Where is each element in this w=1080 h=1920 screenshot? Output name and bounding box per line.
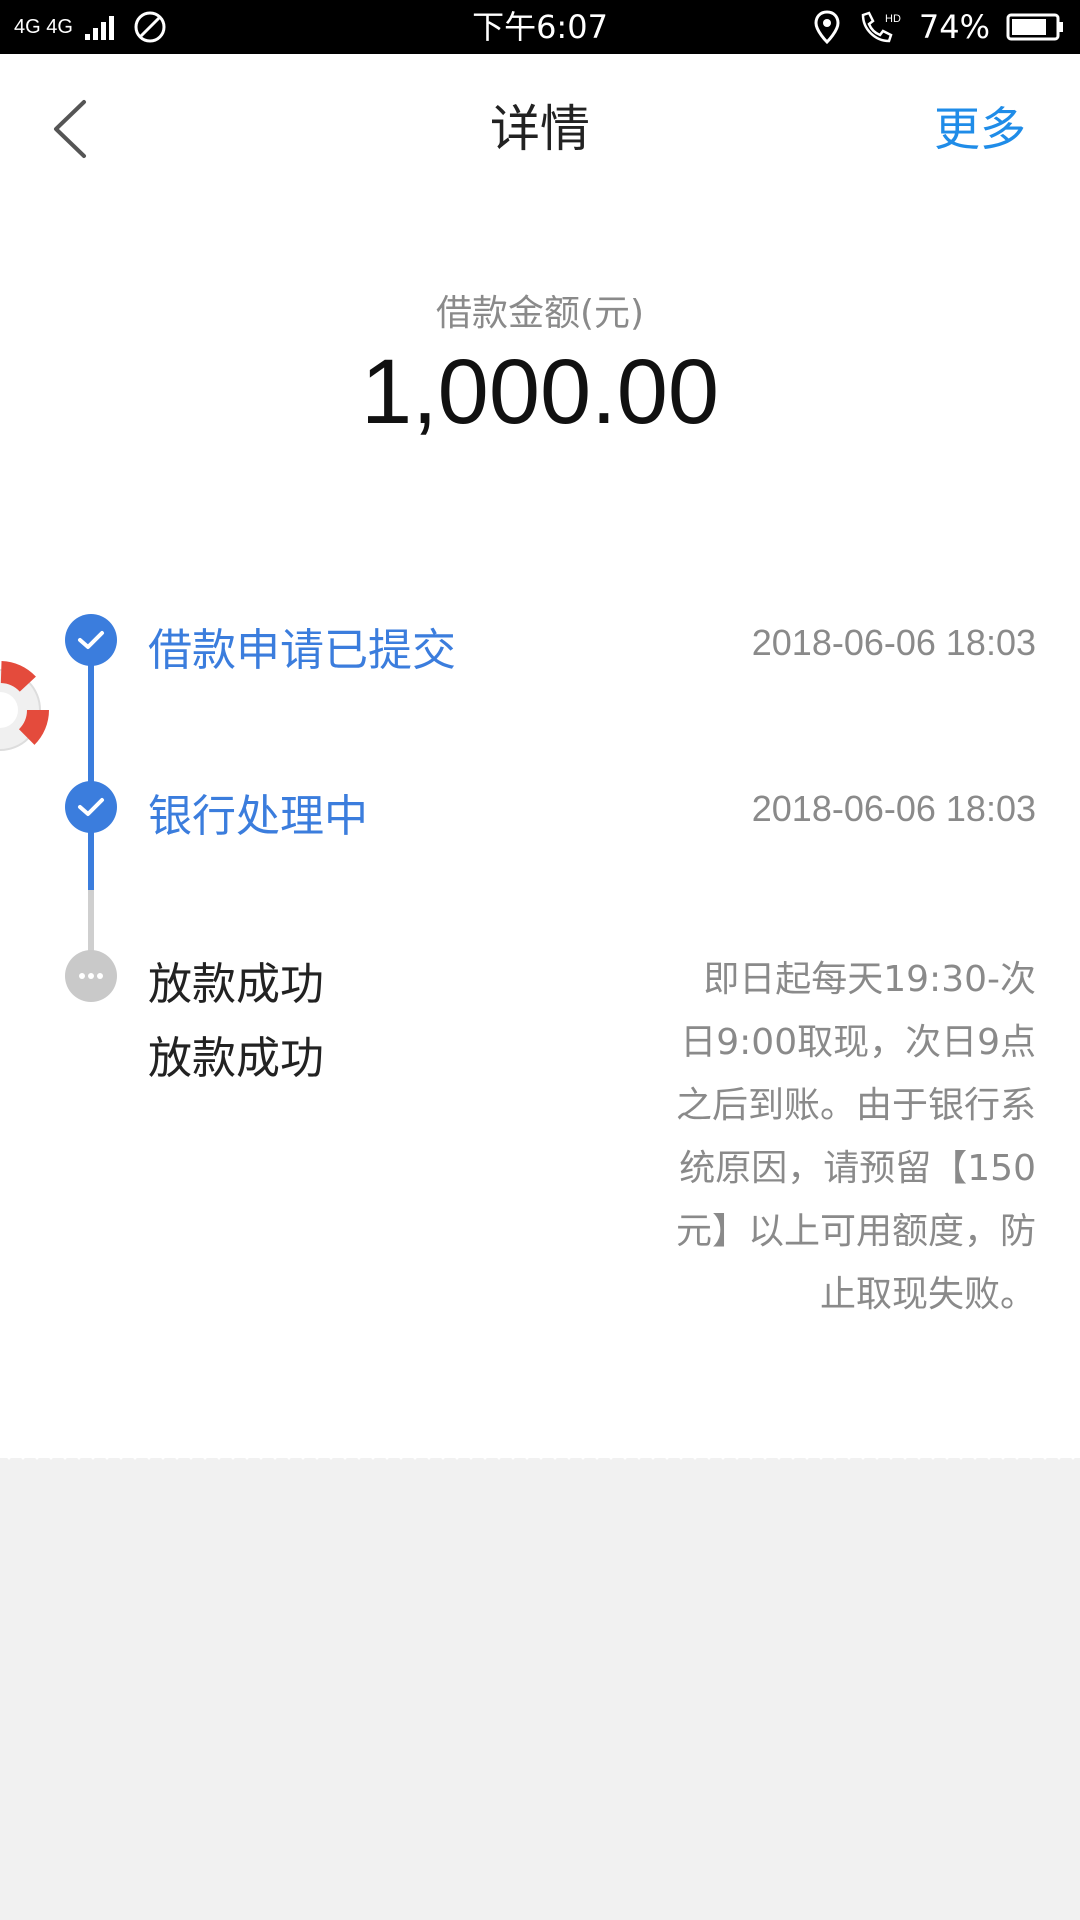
battery-percent: 74%: [918, 8, 990, 46]
amount-value: 1,000.00: [360, 341, 720, 443]
nav-header: 详情 更多: [0, 54, 1080, 198]
timeline-step-title: 放款成功: [148, 959, 324, 1010]
location-icon: [814, 10, 840, 44]
timeline-step-subtitle: 放款成功: [148, 1033, 324, 1084]
hd-call-icon: HD: [861, 11, 901, 43]
card-zigzag-edge: [0, 1450, 1080, 1460]
timeline-step-time: 2018-06-06 18:03: [751, 788, 1036, 829]
timeline-check-icon: [65, 781, 117, 833]
amount-label: 借款金额(元): [435, 293, 645, 334]
timeline-step-time: 2018-06-06 18:03: [751, 622, 1036, 663]
svg-text:HD: HD: [885, 13, 901, 25]
lifebuoy-icon[interactable]: [0, 660, 60, 760]
page-title: 详情: [490, 100, 590, 158]
more-button[interactable]: 更多: [934, 94, 1026, 164]
status-bar: 4G 4G 下午6:07 HD 74%: [0, 0, 1080, 54]
timeline-line-completed: [88, 640, 94, 890]
status-right: HD 74%: [813, 8, 1066, 46]
timeline-more-icon: [65, 950, 117, 1002]
timeline-step-title: 借款申请已提交: [148, 625, 456, 676]
timeline-step-title: 银行处理中: [148, 791, 368, 842]
timeline-check-icon: [65, 614, 117, 666]
timeline-step-description: 即日起每天19:30-次日9:00取现，次日9点之后到账。由于银行系统原因，请预…: [676, 959, 1037, 1315]
battery-icon: [1006, 13, 1063, 41]
